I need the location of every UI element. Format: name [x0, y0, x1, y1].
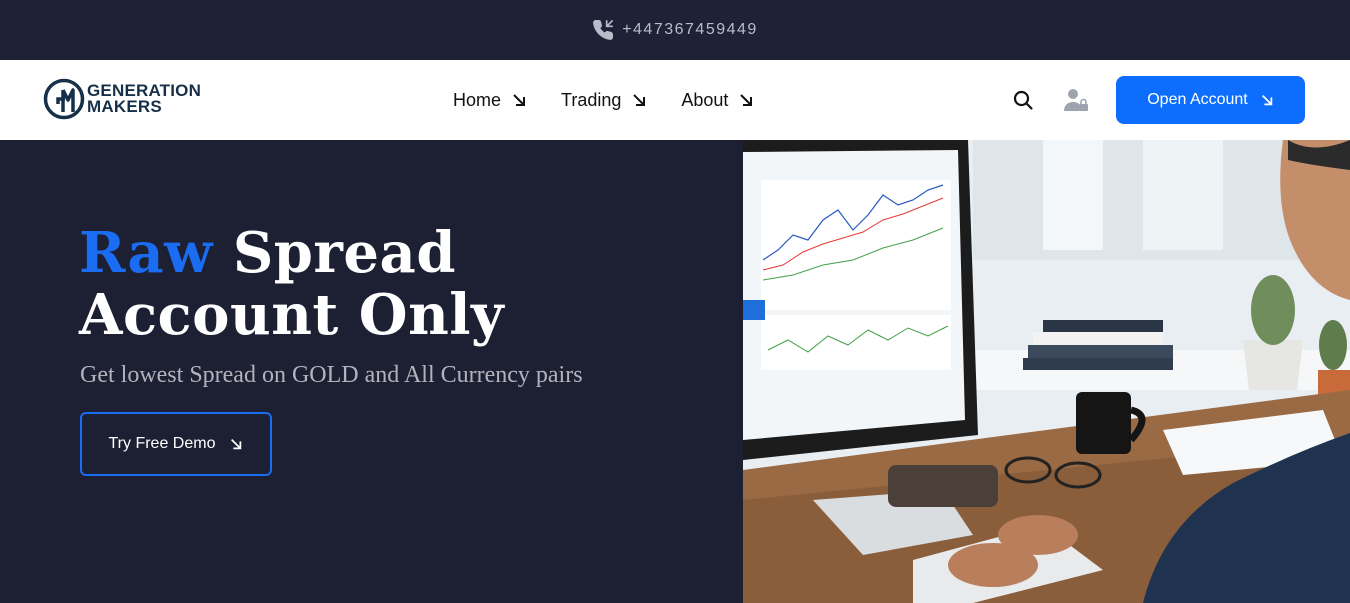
arrow-down-right-icon — [738, 92, 754, 108]
hero-section: Raw Spread Account Only Get lowest Sprea… — [0, 140, 743, 603]
hero-image-trader-desk — [743, 140, 1350, 603]
arrow-down-right-icon — [229, 437, 243, 451]
logo-text: GENERATION MAKERS — [87, 82, 201, 116]
arrow-down-right-icon — [1260, 93, 1274, 107]
phone-incoming-icon — [592, 19, 614, 41]
try-free-demo-button[interactable]: Try Free Demo — [80, 412, 272, 476]
logo-line-2: MAKERS — [87, 97, 162, 116]
site-logo[interactable]: GENERATION MAKERS — [43, 78, 201, 120]
logo-mark-icon — [43, 78, 85, 120]
nav-item-label: About — [681, 89, 729, 110]
open-account-label: Open Account — [1147, 91, 1248, 108]
phone-number[interactable]: +447367459449 — [622, 21, 758, 39]
headline-line-2: Account Only — [79, 282, 505, 348]
user-lock-icon[interactable] — [1062, 86, 1090, 114]
headline-accent: Raw — [79, 220, 213, 286]
open-account-button[interactable]: Open Account — [1116, 76, 1305, 124]
primary-nav: Home Trading About — [453, 60, 788, 140]
nav-item-label: Home — [453, 89, 502, 110]
nav-item-about[interactable]: About — [681, 90, 754, 111]
main-navbar: GENERATION MAKERS Home Trading About Ope… — [0, 60, 1350, 140]
arrow-down-right-icon — [631, 92, 647, 108]
hero-subtitle: Get lowest Spread on GOLD and All Curren… — [80, 362, 583, 388]
arrow-down-right-icon — [511, 92, 527, 108]
demo-button-label: Try Free Demo — [108, 435, 216, 452]
headline-word: Spread — [232, 220, 456, 286]
search-icon[interactable] — [1011, 88, 1035, 112]
hero-headline: Raw Spread Account Only — [79, 222, 504, 346]
nav-item-label: Trading — [561, 89, 622, 110]
nav-item-trading[interactable]: Trading — [561, 90, 647, 111]
nav-item-home[interactable]: Home — [453, 90, 527, 111]
top-contact-bar: +447367459449 — [0, 0, 1350, 60]
